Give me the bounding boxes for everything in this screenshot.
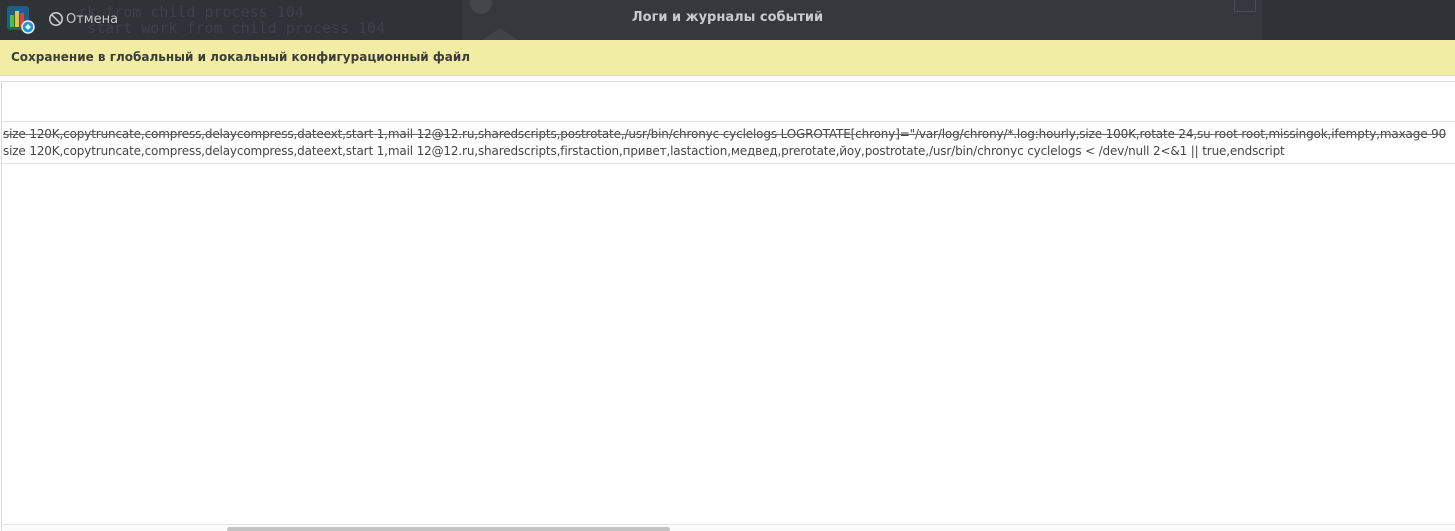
ghost-panel [462,0,1262,40]
log-view[interactable]: size 120K,copytruncate,compress,delaycom… [1,81,1455,531]
ghost-circle [470,0,492,14]
title-bar: rk from child process 104 start work fro… [0,0,1455,40]
horizontal-scrollbar[interactable] [2,524,1455,531]
scrollbar-thumb[interactable] [227,527,670,531]
banner-text: Сохранение в глобальный и локальный конф… [11,50,471,64]
log-list[interactable]: size 120K,copytruncate,compress,delaycom… [2,126,1455,164]
cancel-label: Отмена [66,11,119,27]
ghost-triangle [482,28,518,40]
info-banner: Сохранение в глобальный и локальный конф… [0,40,1455,76]
cancel-button[interactable]: Отмена [44,6,122,32]
window-title: Логи и журналы событий [631,10,824,25]
ghost-square [1234,0,1256,12]
cancel-icon [48,11,64,27]
log-line[interactable]: size 120K,copytruncate,compress,delaycom… [3,144,1285,158]
log-header-strip [2,82,1455,122]
app-logo-icon [4,3,36,35]
log-line[interactable]: size 120K,copytruncate,compress,delaycom… [3,127,1446,141]
background-ghost: rk from child process 104 start work fro… [0,0,1455,40]
